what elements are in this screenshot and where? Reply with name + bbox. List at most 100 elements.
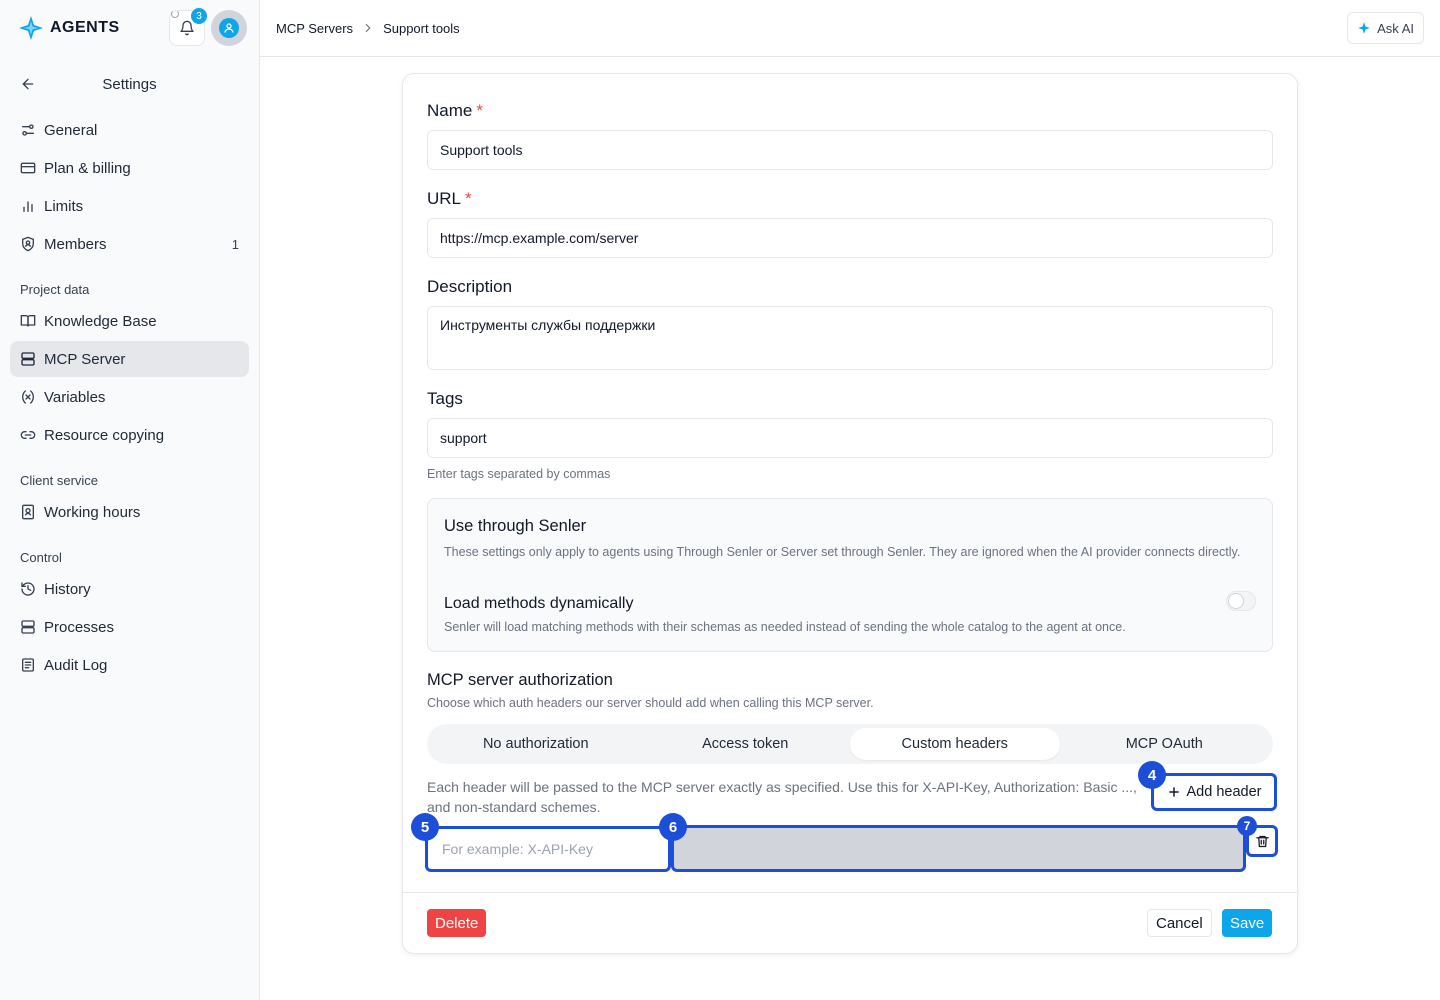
plus-icon bbox=[1168, 787, 1179, 797]
sidebar-item-label: Working hours bbox=[44, 503, 141, 521]
auth-tabs: No authorization Access token Custom hea… bbox=[427, 724, 1273, 764]
sidebar-item-label: Variables bbox=[44, 388, 106, 406]
credit-card-icon bbox=[20, 162, 36, 174]
section-title-client-service: Client service bbox=[20, 473, 99, 488]
delete-button[interactable]: Delete bbox=[427, 909, 487, 937]
sidebar-item-label: Members bbox=[44, 235, 107, 253]
section-title-project-data: Project data bbox=[20, 282, 90, 297]
top-icons: 3 bbox=[169, 8, 247, 46]
settings-title: Settings bbox=[102, 75, 157, 93]
tab-access-token[interactable]: Access token bbox=[641, 728, 851, 760]
url-input[interactable]: https://mcp.example.com/server bbox=[427, 218, 1273, 258]
variable-icon bbox=[21, 390, 35, 404]
brand-row: AGENTS 3 bbox=[0, 0, 259, 56]
sidebar-item-members[interactable]: Members 1 bbox=[10, 226, 249, 262]
sidebar-item-limits[interactable]: Limits bbox=[10, 188, 249, 224]
tab-custom-headers[interactable]: Custom headers bbox=[850, 728, 1060, 760]
sidebar-item-plan-billing[interactable]: Plan & billing bbox=[10, 150, 249, 186]
logo[interactable]: AGENTS bbox=[18, 15, 120, 41]
sidebar-item-label: Processes bbox=[44, 618, 115, 636]
bar-chart-icon bbox=[23, 201, 33, 212]
add-header-button[interactable]: Add header bbox=[1151, 773, 1277, 811]
ask-ai-label: Ask AI bbox=[1377, 20, 1414, 36]
chevron-right-icon bbox=[365, 23, 371, 33]
tab-mcp-oauth[interactable]: MCP OAuth bbox=[1060, 728, 1270, 760]
description-textarea[interactable]: Инструменты службы поддержки bbox=[427, 306, 1273, 370]
custom-headers-desc: Each header will be passed to the MCP se… bbox=[427, 779, 1137, 815]
sliders-icon bbox=[22, 124, 34, 136]
arrow-left-icon[interactable] bbox=[20, 76, 36, 92]
sidebar-item-working-hours[interactable]: Working hours bbox=[10, 494, 249, 530]
save-button[interactable]: Save bbox=[1222, 909, 1273, 937]
sidebar-item-mcp-server[interactable]: MCP Server bbox=[10, 341, 249, 377]
description-label: Description bbox=[427, 277, 513, 296]
name-label: Name * bbox=[427, 101, 483, 120]
senler-desc: These settings only apply to agents usin… bbox=[444, 545, 1241, 559]
header-value-input[interactable] bbox=[671, 825, 1246, 872]
mcp-server-form-card: Name * Support tools URL * https://mcp.exa… bbox=[402, 73, 1298, 954]
senler-title: Use through Senler bbox=[444, 517, 587, 535]
brand-name: AGENTS bbox=[50, 19, 120, 36]
breadcrumb-mcp-servers[interactable]: MCP Servers bbox=[276, 21, 353, 36]
trash-icon bbox=[1255, 835, 1269, 847]
form-footer: Delete Cancel Save bbox=[403, 892, 1297, 954]
toggle-knob bbox=[1228, 593, 1244, 609]
tags-input[interactable]: support bbox=[427, 418, 1273, 458]
notifications-button[interactable]: 3 bbox=[169, 8, 207, 46]
header-name-input[interactable]: For example: X-API-Key bbox=[425, 826, 671, 872]
ask-ai-button[interactable]: Ask AI bbox=[1347, 12, 1424, 44]
topbar: MCP Servers Support tools Ask AI bbox=[260, 0, 1440, 57]
auth-desc: Choose which auth headers our server sho… bbox=[427, 696, 874, 710]
cancel-button[interactable]: Cancel bbox=[1147, 909, 1212, 937]
sidebar-item-variables[interactable]: Variables bbox=[10, 379, 249, 415]
sidebar-item-general[interactable]: General bbox=[10, 112, 249, 148]
annotation-marker: 6 bbox=[659, 813, 687, 841]
breadcrumb: MCP Servers Support tools bbox=[276, 21, 460, 36]
history-icon bbox=[21, 582, 35, 596]
sidebar-item-audit-log[interactable]: Audit Log bbox=[10, 647, 249, 683]
loading-spinner-icon bbox=[171, 10, 179, 18]
url-label: URL * bbox=[427, 189, 472, 208]
sidebar-item-label: History bbox=[44, 580, 91, 598]
server-icon bbox=[21, 352, 35, 366]
sidebar-item-label: Plan & billing bbox=[44, 159, 131, 177]
sidebar-item-label: Knowledge Base bbox=[44, 312, 157, 330]
shield-user-icon bbox=[22, 236, 34, 252]
settings-nav: General Plan & billing Limits Members 1 … bbox=[0, 112, 259, 683]
annotation-marker: 4 bbox=[1138, 761, 1166, 789]
bell-icon bbox=[180, 20, 194, 36]
auth-title: MCP server authorization bbox=[427, 671, 613, 689]
settings-header: Settings bbox=[0, 56, 259, 112]
required-mark: * bbox=[465, 189, 472, 208]
senler-settings-box: Use through Senler These settings only a… bbox=[427, 498, 1273, 652]
name-input[interactable]: Support tools bbox=[427, 130, 1273, 170]
contact-icon bbox=[22, 504, 34, 520]
annotation-marker: 7 bbox=[1237, 816, 1257, 836]
sidebar: AGENTS 3 Settings General Plan & billing… bbox=[0, 0, 260, 1000]
sidebar-item-label: Audit Log bbox=[44, 656, 108, 674]
section-title-control: Control bbox=[20, 550, 62, 565]
sparkle-icon bbox=[1358, 22, 1370, 34]
log-icon bbox=[22, 658, 34, 672]
dynamic-load-title: Load methods dynamically bbox=[444, 595, 634, 612]
sidebar-item-label: MCP Server bbox=[44, 350, 126, 368]
notification-badge: 3 bbox=[191, 8, 207, 24]
sidebar-item-label: General bbox=[44, 121, 98, 139]
dynamic-load-desc: Senler will load matching methods with t… bbox=[444, 620, 1126, 634]
sidebar-item-resource-copying[interactable]: Resource copying bbox=[10, 417, 249, 453]
dynamic-load-toggle[interactable] bbox=[1226, 591, 1256, 611]
sidebar-item-label: Limits bbox=[44, 197, 84, 215]
add-header-label: Add header bbox=[1186, 784, 1262, 800]
sidebar-item-label: Resource copying bbox=[44, 426, 165, 444]
avatar[interactable] bbox=[211, 10, 247, 46]
tab-no-authorization[interactable]: No authorization bbox=[431, 728, 641, 760]
sidebar-item-knowledge-base[interactable]: Knowledge Base bbox=[10, 303, 249, 339]
user-icon bbox=[219, 18, 239, 38]
breadcrumb-current: Support tools bbox=[383, 20, 460, 36]
sidebar-item-processes[interactable]: Processes bbox=[10, 609, 249, 645]
members-count: 1 bbox=[231, 236, 239, 252]
sidebar-item-history[interactable]: History bbox=[10, 571, 249, 607]
required-mark: * bbox=[476, 101, 483, 120]
tags-hint: Enter tags separated by commas bbox=[427, 467, 611, 481]
annotation-marker: 5 bbox=[411, 813, 439, 841]
